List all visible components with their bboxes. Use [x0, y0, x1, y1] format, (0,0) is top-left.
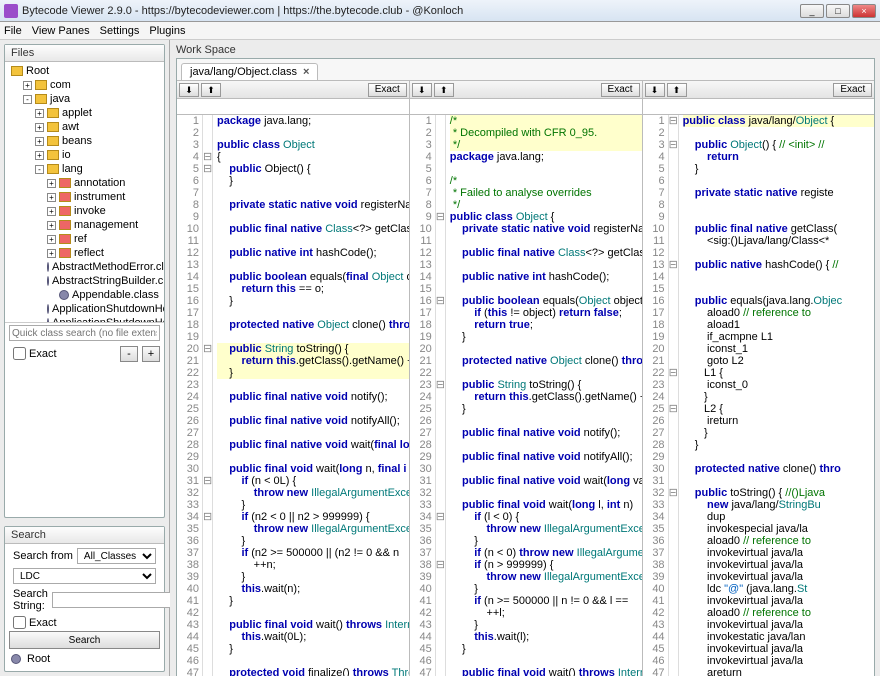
- upload-icon[interactable]: ⬆: [434, 83, 454, 97]
- folder-icon: [35, 94, 47, 104]
- minimize-button[interactable]: _: [800, 4, 824, 18]
- expand-icon[interactable]: +: [47, 207, 56, 216]
- maximize-button[interactable]: □: [826, 4, 850, 18]
- tree-node-label[interactable]: management: [74, 218, 138, 232]
- folder-icon: [47, 108, 59, 118]
- class-icon: [47, 304, 49, 314]
- exact-button[interactable]: Exact: [601, 83, 640, 97]
- files-tree[interactable]: Root+com-java+applet+awt+beans+io-lang+a…: [5, 62, 164, 322]
- download-icon[interactable]: ⬇: [412, 83, 432, 97]
- workspace-title: Work Space: [176, 44, 875, 56]
- search-type-select[interactable]: LDC: [13, 568, 156, 584]
- tree-node-label[interactable]: AbstractMethodError.class: [52, 260, 164, 274]
- tree-node-label[interactable]: awt: [62, 120, 79, 134]
- search-button[interactable]: Search: [9, 631, 160, 649]
- tab-row: java/lang/Object.class ×: [177, 59, 874, 81]
- folder-icon: [35, 80, 47, 90]
- code-pane-3: ⬇⬆Exact123456789101112131415161718192021…: [643, 81, 875, 676]
- tree-node-label[interactable]: ApplicationShutdownHooks$1: [52, 302, 164, 316]
- result-icon: [11, 654, 21, 664]
- expand-icon[interactable]: +: [47, 193, 56, 202]
- code-area[interactable]: package java.lang;public class Object{ p…: [213, 115, 409, 676]
- menu-view-panes[interactable]: View Panes: [32, 25, 90, 37]
- code-area[interactable]: /* * Decompiled with CFR 0_95. */package…: [446, 115, 642, 676]
- tab-object-class[interactable]: java/lang/Object.class ×: [181, 63, 318, 80]
- upload-icon[interactable]: ⬆: [201, 83, 221, 97]
- code-pane-2: ⬇⬆Exact123456789101112131415161718192021…: [410, 81, 643, 676]
- tree-node-label[interactable]: lang: [62, 162, 83, 176]
- folder-icon: [47, 136, 59, 146]
- tree-node-label[interactable]: java: [50, 92, 70, 106]
- expand-icon[interactable]: +: [35, 123, 44, 132]
- folder-icon: [47, 150, 59, 160]
- folder-icon: [47, 122, 59, 132]
- search-from-select[interactable]: All_Classes: [77, 548, 156, 564]
- folder-icon: [59, 178, 71, 188]
- folder-icon: [59, 220, 71, 230]
- folder-icon: [59, 248, 71, 258]
- exact-button[interactable]: Exact: [368, 83, 407, 97]
- files-panel-title: Files: [5, 45, 164, 62]
- search-exact-checkbox[interactable]: [13, 616, 26, 629]
- quick-search-input[interactable]: [9, 325, 160, 341]
- expand-icon[interactable]: +: [47, 235, 56, 244]
- app-icon: [4, 4, 18, 18]
- tree-node-label[interactable]: Appendable.class: [72, 288, 159, 302]
- menu-plugins[interactable]: Plugins: [149, 25, 185, 37]
- collapse-button[interactable]: -: [120, 346, 138, 362]
- search-panel-title: Search: [5, 527, 164, 544]
- expand-icon[interactable]: +: [47, 179, 56, 188]
- tree-node-label[interactable]: annotation: [74, 176, 125, 190]
- tree-node-label[interactable]: io: [62, 148, 71, 162]
- exact-button[interactable]: Exact: [833, 83, 872, 97]
- tree-node-label[interactable]: applet: [62, 106, 92, 120]
- tree-node-label[interactable]: com: [50, 78, 71, 92]
- window-titlebar: Bytecode Viewer 2.9.0 - https://bytecode…: [0, 0, 880, 22]
- folder-icon: [59, 234, 71, 244]
- download-icon[interactable]: ⬇: [645, 83, 665, 97]
- folder-icon: [11, 66, 23, 76]
- expand-icon[interactable]: +: [35, 151, 44, 160]
- folder-icon: [47, 164, 59, 174]
- exact-checkbox[interactable]: [13, 347, 26, 360]
- close-button[interactable]: ×: [852, 4, 876, 18]
- expand-icon[interactable]: +: [35, 137, 44, 146]
- pane-search-input[interactable]: [177, 100, 409, 114]
- class-icon: [47, 276, 49, 286]
- tree-node-label[interactable]: beans: [62, 134, 92, 148]
- pane-search-input[interactable]: [410, 100, 642, 114]
- class-icon: [59, 290, 69, 300]
- menu-file[interactable]: File: [4, 25, 22, 37]
- pane-search-input[interactable]: [643, 100, 875, 114]
- tab-close-icon[interactable]: ×: [303, 66, 309, 78]
- menu-settings[interactable]: Settings: [100, 25, 140, 37]
- class-icon: [47, 262, 49, 272]
- expand-icon[interactable]: +: [23, 81, 32, 90]
- window-title: Bytecode Viewer 2.9.0 - https://bytecode…: [22, 5, 800, 17]
- tree-node-label[interactable]: reflect: [74, 246, 104, 260]
- folder-icon: [59, 206, 71, 216]
- tree-node-label[interactable]: ref: [74, 232, 87, 246]
- expand-icon[interactable]: -: [23, 95, 32, 104]
- upload-icon[interactable]: ⬆: [667, 83, 687, 97]
- folder-icon: [59, 192, 71, 202]
- tree-node-label[interactable]: instrument: [74, 190, 125, 204]
- tree-node-label[interactable]: invoke: [74, 204, 106, 218]
- download-icon[interactable]: ⬇: [179, 83, 199, 97]
- code-area[interactable]: public class java/lang/Object { public O…: [679, 115, 875, 676]
- code-pane-1: ⬇⬆Exact123456789101112131415161718192021…: [177, 81, 410, 676]
- tree-node-label[interactable]: AbstractStringBuilder.class: [52, 274, 164, 288]
- expand-icon[interactable]: -: [35, 165, 44, 174]
- expand-button[interactable]: +: [142, 346, 160, 362]
- search-result-root[interactable]: Root: [27, 653, 50, 665]
- expand-icon[interactable]: +: [47, 221, 56, 230]
- expand-icon[interactable]: +: [47, 249, 56, 258]
- menu-bar: File View Panes Settings Plugins: [0, 22, 880, 40]
- expand-icon[interactable]: +: [35, 109, 44, 118]
